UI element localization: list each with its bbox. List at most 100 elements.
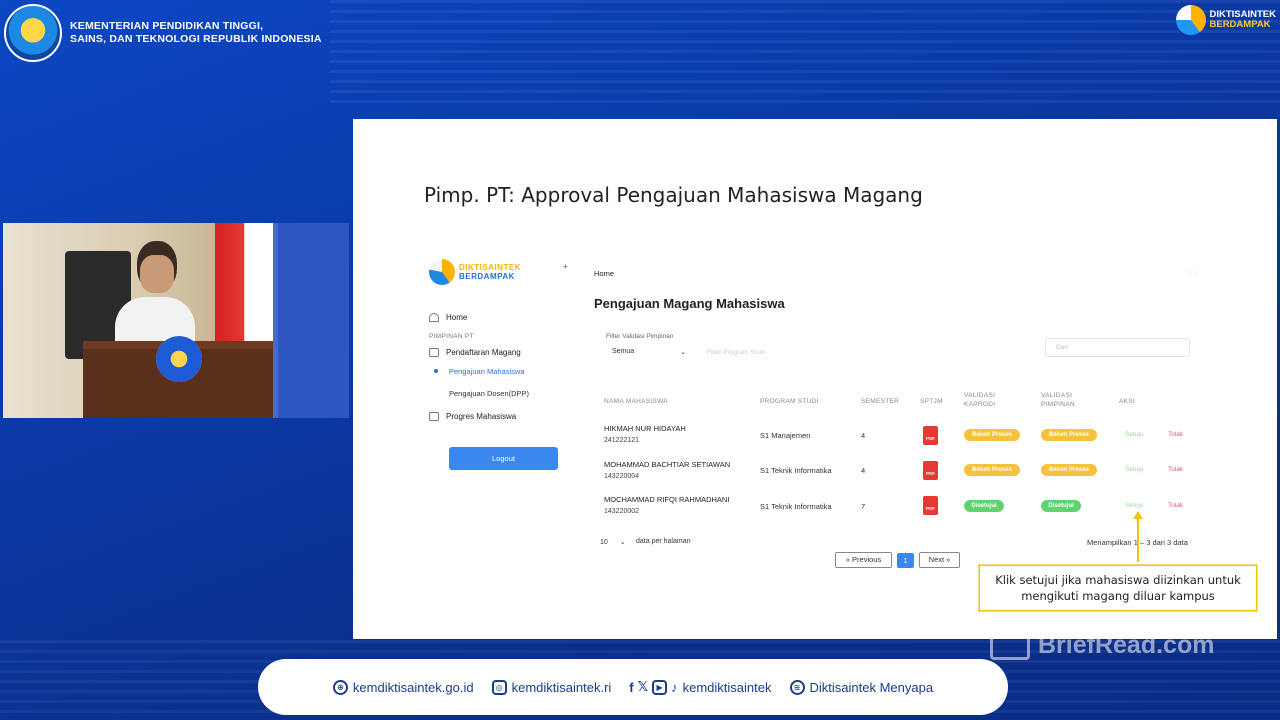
tiktok-icon: ♪: [671, 679, 678, 695]
watermark: BriefRead.com: [990, 630, 1214, 660]
search-input[interactable]: Cari: [1045, 338, 1190, 357]
tooltip-line2: mengikuti magang diluar kampus: [1021, 589, 1215, 603]
sidebar: Home PIMPINAN PT Pendaftaran Magang Peng…: [429, 309, 569, 424]
footer-social-text: kemdiktisaintek: [682, 679, 772, 695]
program-studi: S1 Teknik Informatika: [760, 466, 832, 475]
footer-bar: ⊕ kemdiktisaintek.go.id ◎ kemdiktisainte…: [258, 659, 1008, 715]
breadcrumb[interactable]: Home: [594, 269, 614, 278]
student-nim: 143220004: [604, 473, 640, 480]
app-logo-line1: DIKTISAINTEK: [459, 263, 521, 272]
footer-spotify[interactable]: ≋ Diktisaintek Menyapa: [789, 679, 934, 695]
footer-social[interactable]: f 𝕏 ▶ ♪ kemdiktisaintek: [629, 679, 772, 695]
header-line: VALIDASI: [964, 392, 996, 399]
program-studi: S1 Manajemen: [760, 431, 811, 440]
status-badge-pimpinan: Belum Proses: [1041, 429, 1097, 441]
document-icon: [429, 347, 439, 357]
filter-program-studi[interactable]: Filter Program Studi: [707, 349, 765, 356]
page-1-button[interactable]: 1: [897, 553, 914, 568]
status-badge-kaprodi: Disetujui: [964, 500, 1004, 512]
pdf-icon[interactable]: PDF: [923, 461, 938, 480]
previous-page-button[interactable]: « Previous: [835, 552, 892, 568]
app-logo-text: DIKTISAINTEK BERDAMPAK: [459, 263, 521, 281]
spotify-icon: ≋: [789, 679, 805, 695]
reject-button[interactable]: Tolak: [1168, 502, 1183, 509]
header-line: PIMPINAN: [1041, 401, 1075, 408]
chart-icon: [429, 411, 439, 421]
pdf-icon[interactable]: PDF: [923, 426, 938, 445]
instagram-icon: ◎: [491, 679, 507, 695]
social-icons: f 𝕏 ▶ ♪: [629, 679, 678, 695]
callout-line: [1137, 517, 1139, 562]
reject-button[interactable]: Tolak: [1168, 431, 1183, 438]
reject-button[interactable]: Tolak: [1168, 466, 1183, 473]
pdf-icon[interactable]: PDF: [923, 496, 938, 515]
watermark-text: BriefRead.com: [1038, 630, 1215, 659]
sidebar-item-pengajuan-dosen[interactable]: Pengajuan Dosen(DPP): [429, 382, 569, 404]
app-logo: DIKTISAINTEK BERDAMPAK: [429, 259, 521, 285]
youtube-icon: ▶: [652, 679, 668, 695]
student-name: MOCHAMMAD RIFQI RAHMADHANI: [604, 495, 730, 504]
ministry-name: KEMENTERIAN PENDIDIKAN TINGGI, SAINS, DA…: [70, 20, 322, 46]
column-header-aksi: AKSI: [1119, 398, 1136, 405]
status-badge-kaprodi: Belum Proses: [964, 464, 1020, 476]
column-header-program: PROGRAM STUDI: [760, 398, 819, 405]
home-icon: [429, 312, 439, 322]
program-studi: S1 Teknik Informatika: [760, 502, 832, 511]
student-name: MOHAMMAD BACHTIAR SETIAWAN: [604, 460, 731, 469]
slide-title: Pimp. PT: Approval Pengajuan Mahasiswa M…: [424, 183, 923, 207]
filter-selected-value: Semua: [612, 348, 635, 355]
presenter-face: [140, 255, 174, 293]
ministry-header: KEMENTERIAN PENDIDIKAN TINGGI, SAINS, DA…: [4, 4, 322, 62]
chevron-down-icon: ⌄: [680, 349, 686, 356]
tooltip-line1: Klik setujui jika mahasiswa diizinkan un…: [995, 573, 1241, 587]
approve-button[interactable]: Setuju: [1125, 431, 1143, 438]
column-header-validasi-kaprodi: VALIDASI KAPRODI: [964, 391, 995, 409]
globe-icon: ⊕: [332, 679, 348, 695]
menu-dots-icon[interactable]: ⋮⋮: [1186, 269, 1200, 277]
sidebar-item-progres-mahasiswa[interactable]: Progres Mahasiswa: [429, 408, 569, 424]
sidebar-item-pendaftaran-magang[interactable]: Pendaftaran Magang: [429, 344, 569, 360]
brand-line2: BERDAMPAK: [1209, 19, 1271, 30]
brand-logo-icon: [1175, 5, 1206, 35]
sidebar-item-pengajuan-mahasiswa[interactable]: Pengajuan Mahasiswa: [429, 360, 569, 382]
presentation-slide: Pimp. PT: Approval Pengajuan Mahasiswa M…: [353, 119, 1277, 639]
header-line: KAPRODI: [964, 401, 996, 408]
next-page-button[interactable]: Next »: [919, 552, 960, 568]
sidebar-item-label: Pendaftaran Magang: [446, 347, 521, 357]
footer-instagram-text: kemdiktisaintek.ri: [511, 679, 612, 695]
x-icon: 𝕏: [637, 679, 649, 694]
student-nim: 241222121: [604, 437, 640, 444]
semester: 4: [861, 431, 866, 440]
column-header-semester: SEMESTER: [861, 398, 900, 405]
logout-button[interactable]: Logout: [449, 447, 558, 470]
sidebar-toggle-icon[interactable]: +: [563, 262, 568, 271]
column-header-sptjm: SPTJM: [920, 398, 943, 405]
status-badge-pimpinan: Belum Proses: [1041, 464, 1097, 476]
table-row-name: MOCHAMMAD RIFQI RAHMADHANI 143220002: [604, 494, 729, 518]
footer-website-text: kemdiktisaintek.go.id: [352, 679, 474, 695]
status-badge-kaprodi: Belum Proses: [964, 429, 1020, 441]
sidebar-item-home[interactable]: Home: [429, 309, 569, 325]
column-header-nama: NAMA MAHASISWA: [604, 398, 668, 405]
speaker-video: [3, 223, 349, 418]
table-row-name: HIKMAH NUR HIDAYAH 241222121: [604, 423, 686, 447]
per-page-value: 10: [600, 539, 608, 546]
column-header-validasi-pimpinan: VALIDASI PIMPINAN: [1041, 391, 1075, 409]
semester: 4: [861, 466, 866, 475]
approve-button[interactable]: Setuju: [1125, 466, 1143, 473]
app-logo-icon: [429, 259, 455, 285]
filter-validasi-select[interactable]: Semua ⌄: [612, 348, 686, 356]
ministry-logo-icon: [4, 4, 62, 62]
sidebar-item-label: Home: [446, 312, 468, 322]
approve-button[interactable]: Setuju: [1125, 502, 1143, 509]
student-name: HIKMAH NUR HIDAYAH: [604, 424, 686, 433]
facebook-icon: f: [629, 679, 634, 695]
student-nim: 143220002: [604, 508, 640, 515]
footer-website[interactable]: ⊕ kemdiktisaintek.go.id: [332, 679, 474, 695]
podium-logo-icon: [156, 336, 202, 382]
sidebar-section-title: PIMPINAN PT: [429, 333, 474, 340]
footer-instagram[interactable]: ◎ kemdiktisaintek.ri: [491, 679, 612, 695]
brand-logo: DIKTISAINTEK BERDAMPAK: [1175, 5, 1276, 35]
per-page-select[interactable]: 10 ⌄: [600, 538, 626, 546]
footer-spotify-text: Diktisaintek Menyapa: [809, 679, 934, 695]
